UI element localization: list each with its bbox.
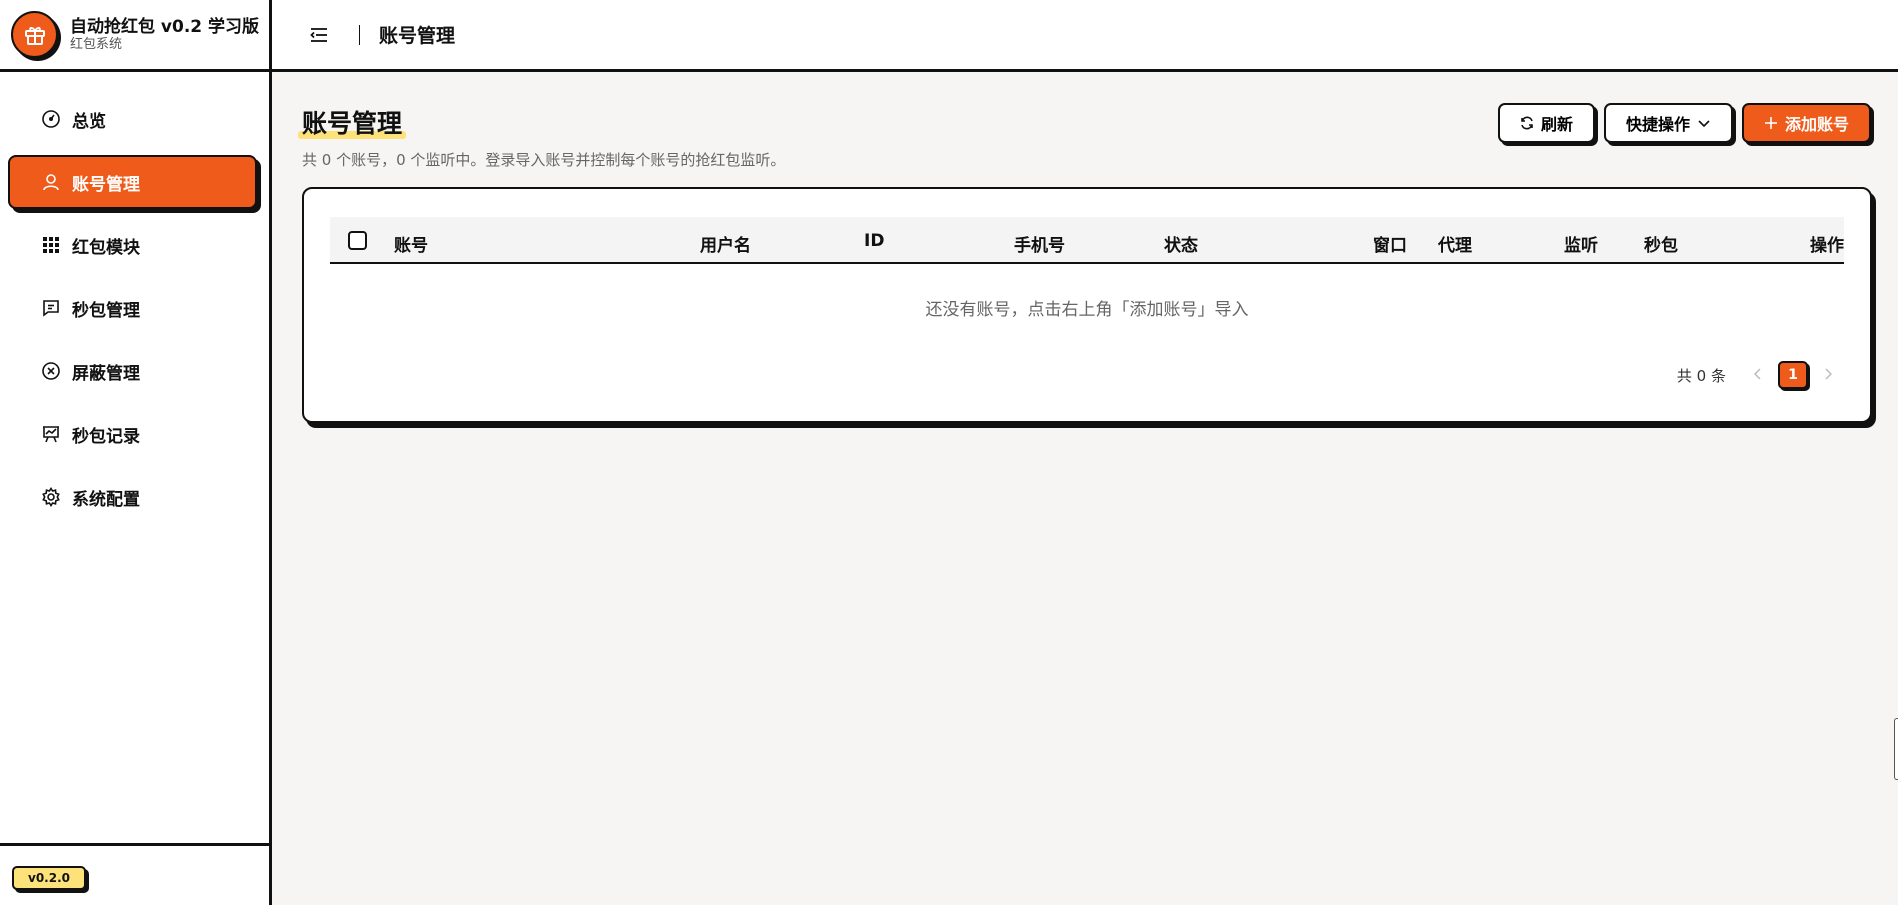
- refresh-label: 刷新: [1540, 115, 1573, 134]
- quick-actions-label: 快捷操作: [1625, 115, 1690, 134]
- column-header-window[interactable]: 窗口: [1373, 231, 1407, 256]
- chevron-left-icon[interactable]: [1750, 366, 1766, 384]
- sidebar-item-label: 屏蔽管理: [72, 363, 140, 384]
- gauge-icon: [40, 108, 62, 130]
- sidebar-item-label: 账号管理: [72, 174, 140, 195]
- sidebar-item-label: 系统配置: [72, 489, 140, 510]
- table-header: 账号 用户名 ID 手机号 状态 窗口 代理 监听 秒包 操作: [330, 217, 1844, 264]
- version-badge: v0.2.0: [12, 866, 86, 890]
- plus-icon: [1764, 116, 1778, 130]
- page-title-text: 账号管理: [302, 109, 403, 138]
- sidebar-item-label: 红包模块: [72, 237, 140, 258]
- sidebar-item-label: 秒包记录: [72, 426, 140, 447]
- sidebar-footer: v0.2.0: [0, 843, 269, 905]
- sidebar-item-instant-records[interactable]: 秒包记录: [8, 407, 257, 461]
- add-account-label: 添加账号: [1784, 115, 1849, 134]
- column-header-proxy[interactable]: 代理: [1438, 231, 1472, 256]
- app-title: 自动抢红包 v0.2 学习版: [70, 16, 260, 37]
- column-header-actions[interactable]: 操作: [1810, 231, 1844, 256]
- column-header-username[interactable]: 用户名: [700, 231, 751, 256]
- presentation-icon: [40, 423, 62, 445]
- refresh-button[interactable]: 刷新: [1497, 103, 1595, 143]
- sidebar-item-instant-management[interactable]: 秒包管理: [8, 281, 257, 335]
- select-all-checkbox[interactable]: [348, 231, 367, 250]
- accounts-table-card: 账号 用户名 ID 手机号 状态 窗口 代理 监听 秒包 操作 还没有账号，点击…: [302, 187, 1872, 423]
- column-header-phone[interactable]: 手机号: [1014, 231, 1065, 256]
- topbar-divider: [359, 24, 360, 45]
- sidebar-nav: 总览 账号管理 红包模块 秒包管理 屏蔽管理 秒包记录 系统配置: [0, 72, 269, 524]
- user-icon: [40, 171, 62, 193]
- column-header-listen[interactable]: 监听: [1564, 231, 1598, 256]
- page-actions: 刷新 快捷操作 添加账号: [1497, 103, 1871, 143]
- sidebar-item-redpacket-module[interactable]: 红包模块: [8, 218, 257, 272]
- topbar: 账号管理: [272, 0, 1898, 72]
- column-header-account[interactable]: 账号: [394, 231, 428, 256]
- chevron-down-icon: [1697, 118, 1711, 128]
- refresh-icon: [1520, 116, 1534, 130]
- scrollbar-handle[interactable]: [1894, 718, 1898, 780]
- app-subtitle: 红包系统: [70, 36, 123, 52]
- sidebar-item-label: 总览: [72, 111, 106, 132]
- page-header: 账号管理 共 0 个账号，0 个监听中。登录导入账号并控制每个账号的抢红包监听。: [298, 104, 786, 170]
- column-header-id[interactable]: ID: [864, 231, 884, 251]
- sidebar-item-overview[interactable]: 总览: [8, 92, 257, 146]
- topbar-title: 账号管理: [379, 25, 456, 47]
- quick-actions-dropdown[interactable]: 快捷操作: [1603, 103, 1733, 143]
- add-account-button[interactable]: 添加账号: [1741, 103, 1871, 143]
- grid-icon: [40, 234, 62, 256]
- empty-state-text: 还没有账号，点击右上角「添加账号」导入: [925, 300, 1249, 320]
- gift-icon: [11, 11, 58, 58]
- page-title: 账号管理: [298, 104, 407, 140]
- sidebar-item-accounts[interactable]: 账号管理: [8, 155, 257, 209]
- brand: 自动抢红包 v0.2 学习版 红包系统: [0, 0, 269, 72]
- menu-toggle-icon[interactable]: [307, 23, 331, 47]
- sidebar: 自动抢红包 v0.2 学习版 红包系统 总览 账号管理 红包模块 秒包管理 屏蔽…: [0, 0, 272, 905]
- pagination-total: 共 0 条: [1676, 366, 1726, 385]
- gear-icon: [40, 486, 62, 508]
- column-header-instant[interactable]: 秒包: [1644, 231, 1678, 256]
- page-button-current[interactable]: 1: [1778, 361, 1808, 389]
- sidebar-item-block-management[interactable]: 屏蔽管理: [8, 344, 257, 398]
- sidebar-item-label: 秒包管理: [72, 300, 140, 321]
- sidebar-item-system-config[interactable]: 系统配置: [8, 470, 257, 524]
- chevron-right-icon[interactable]: [1820, 366, 1836, 384]
- pagination: 共 0 条 1: [1677, 361, 1836, 389]
- message-icon: [40, 297, 62, 319]
- page-description: 共 0 个账号，0 个监听中。登录导入账号并控制每个账号的抢红包监听。: [302, 151, 786, 169]
- block-icon: [40, 360, 62, 382]
- column-header-status[interactable]: 状态: [1164, 231, 1198, 256]
